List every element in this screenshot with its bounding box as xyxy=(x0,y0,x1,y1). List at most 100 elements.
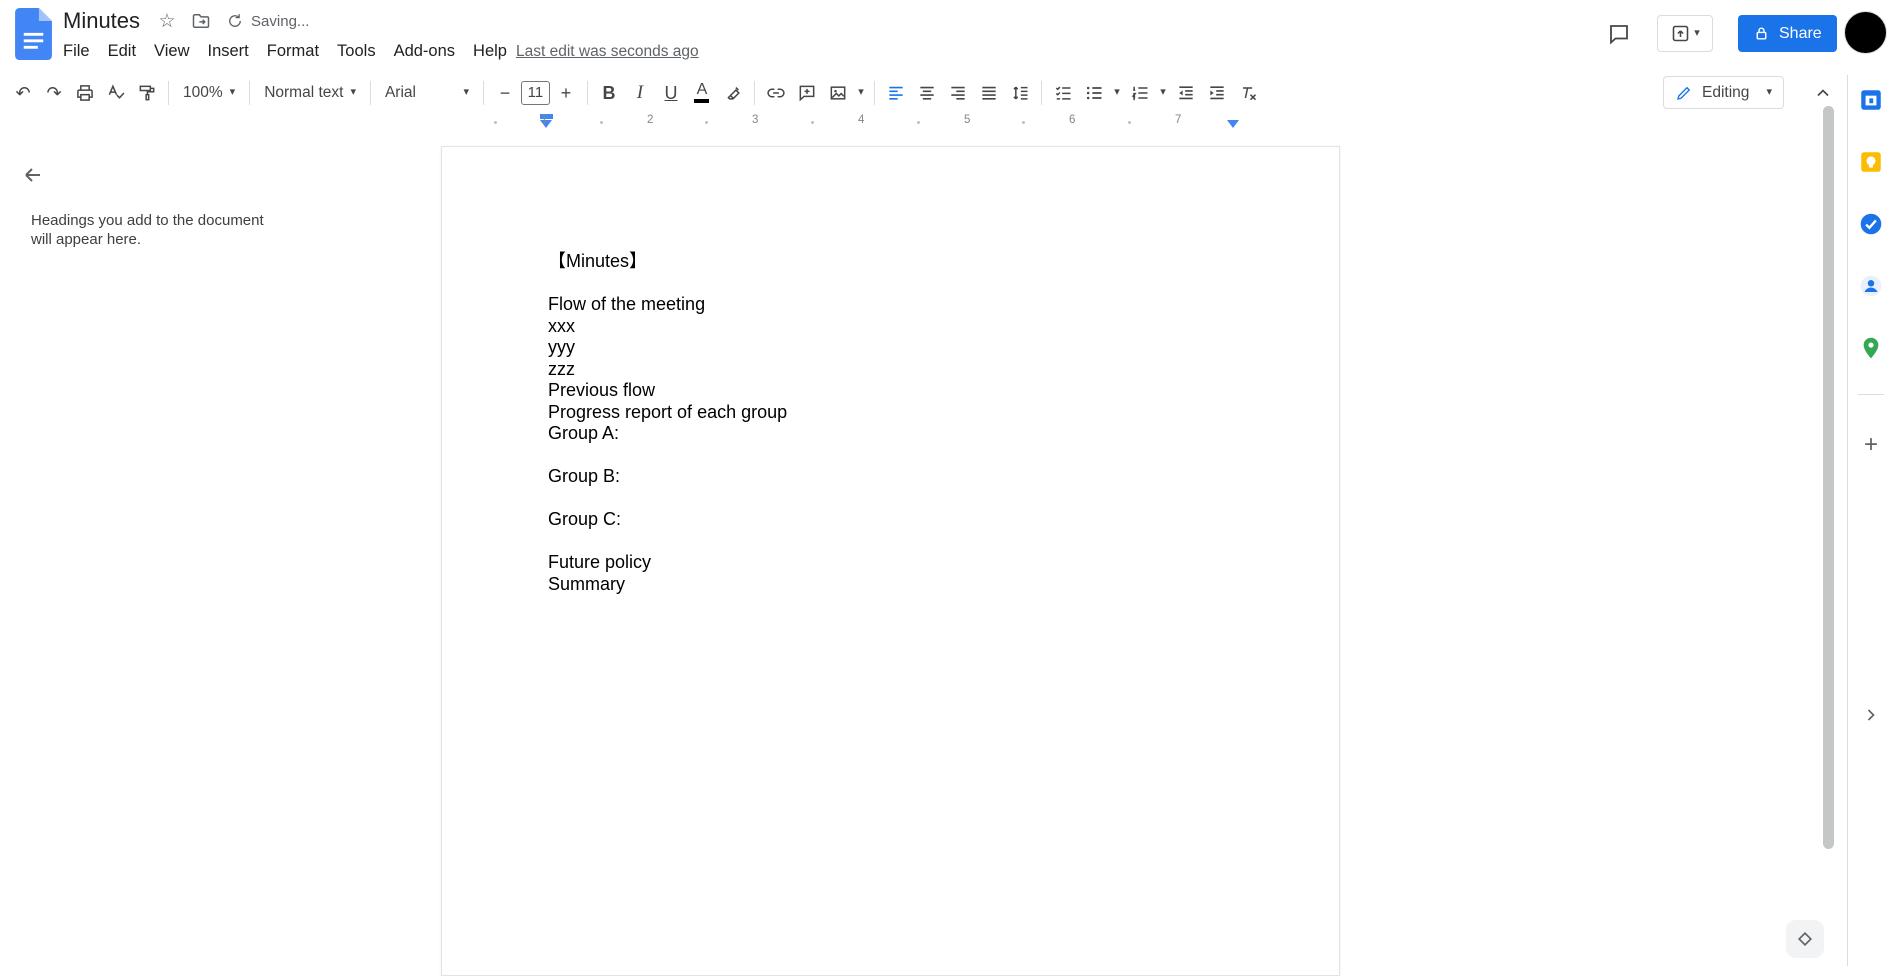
align-left-icon xyxy=(889,86,903,100)
menu-item[interactable]: File xyxy=(54,39,99,64)
checklist-button[interactable] xyxy=(1048,78,1078,108)
italic-button[interactable]: I xyxy=(625,78,655,108)
keep-icon[interactable] xyxy=(1855,146,1887,178)
align-right-button[interactable] xyxy=(943,78,973,108)
bold-button[interactable]: B xyxy=(594,78,624,108)
present-button[interactable]: ▾ xyxy=(1657,15,1713,52)
insert-link-button[interactable] xyxy=(761,78,791,108)
ruler-number: 4 xyxy=(858,114,865,126)
menu-item[interactable]: Help xyxy=(464,39,516,64)
comments-button[interactable] xyxy=(1600,16,1638,52)
document-line[interactable]: xxx xyxy=(548,316,1233,338)
document-line[interactable]: Group A: xyxy=(548,423,1233,445)
menu-item[interactable]: Add-ons xyxy=(385,39,464,64)
docs-logo-icon[interactable] xyxy=(14,8,53,60)
menu-item[interactable]: Edit xyxy=(99,39,145,64)
document-line[interactable]: Summary xyxy=(548,574,1233,596)
top-bar: Minutes ☆ Saving... File Edit View Insert Fo… xyxy=(0,0,1894,70)
decrease-font-size-button[interactable]: − xyxy=(490,78,520,108)
ruler-tick xyxy=(811,121,814,124)
toolbar-divider xyxy=(586,80,588,105)
menu-item[interactable]: View xyxy=(145,39,198,64)
bold-icon: B xyxy=(602,82,616,103)
present-to-meeting-icon xyxy=(1672,25,1689,42)
text-color-icon: A xyxy=(694,82,710,103)
chevron-right-icon xyxy=(1867,709,1875,721)
paragraph-style-value: Normal text xyxy=(264,83,344,101)
avatar[interactable] xyxy=(1845,12,1886,53)
clear-formatting-icon xyxy=(1242,86,1256,100)
clear-formatting-button[interactable] xyxy=(1233,78,1263,108)
underline-button[interactable]: U xyxy=(656,78,686,108)
maps-icon[interactable] xyxy=(1855,332,1887,364)
document-line[interactable] xyxy=(548,273,1233,295)
add-addon-button[interactable]: + xyxy=(1855,429,1887,461)
ruler-number: 2 xyxy=(647,114,654,126)
vertical-scrollbar[interactable] xyxy=(1823,106,1834,849)
spellcheck-button[interactable] xyxy=(101,78,131,108)
collapse-toolbar-button[interactable] xyxy=(1808,78,1838,108)
insert-image-caret[interactable]: ▾ xyxy=(854,78,868,108)
document-line[interactable]: Group C: xyxy=(548,509,1233,531)
numbered-list-button[interactable] xyxy=(1125,78,1155,108)
move-folder-icon[interactable] xyxy=(184,6,218,36)
calendar-icon[interactable] xyxy=(1855,84,1887,116)
last-edit-link[interactable]: Last edit was seconds ago xyxy=(516,43,699,61)
editing-mode-select[interactable]: Editing ▾ xyxy=(1663,76,1784,109)
document-line[interactable] xyxy=(548,488,1233,510)
align-center-button[interactable] xyxy=(912,78,942,108)
menu-item[interactable]: Insert xyxy=(199,39,258,64)
share-button[interactable]: Share xyxy=(1738,15,1837,52)
document-line[interactable]: 【Minutes】 xyxy=(548,251,1233,273)
document-line[interactable] xyxy=(548,445,1233,467)
menu-item[interactable]: Tools xyxy=(328,39,385,64)
align-left-button[interactable] xyxy=(881,78,911,108)
paint-format-button[interactable] xyxy=(132,78,162,108)
insert-image-button[interactable] xyxy=(823,78,853,108)
tasks-icon[interactable] xyxy=(1855,208,1887,240)
star-icon[interactable]: ☆ xyxy=(150,6,184,36)
right-indent-marker[interactable] xyxy=(1227,120,1239,128)
document-line[interactable]: zzz xyxy=(548,359,1233,381)
hide-outline-button[interactable] xyxy=(12,154,54,196)
toolbar-divider xyxy=(1040,80,1042,105)
document-line[interactable]: Previous flow xyxy=(548,380,1233,402)
bulleted-list-button[interactable] xyxy=(1079,78,1109,108)
add-comment-button[interactable] xyxy=(792,78,822,108)
font-family-select[interactable]: Arial ▾ xyxy=(377,78,477,108)
text-color-button[interactable]: A xyxy=(687,78,717,108)
ruler-tick xyxy=(600,121,603,124)
increase-indent-button[interactable] xyxy=(1202,78,1232,108)
document-line[interactable]: yyy xyxy=(548,337,1233,359)
undo-button[interactable]: ↶ xyxy=(8,78,38,108)
bulleted-list-icon xyxy=(1086,86,1102,99)
document-title[interactable]: Minutes xyxy=(63,8,140,34)
document-text[interactable]: 【Minutes】 Flow of the meeting xxx yyy zzz Pre… xyxy=(442,147,1339,595)
document-line[interactable]: Group B: xyxy=(548,466,1233,488)
ruler-tick xyxy=(494,121,497,124)
highlight-color-button[interactable] xyxy=(718,78,748,108)
print-button[interactable] xyxy=(70,78,100,108)
bulleted-list-caret[interactable]: ▾ xyxy=(1110,78,1124,108)
expand-side-panel-button[interactable] xyxy=(1856,700,1886,730)
document-line[interactable]: Flow of the meeting xyxy=(548,294,1233,316)
zoom-select[interactable]: 100% ▾ xyxy=(175,78,243,108)
numbered-list-caret[interactable]: ▾ xyxy=(1156,78,1170,108)
font-size-input[interactable] xyxy=(520,80,550,105)
line-spacing-button[interactable] xyxy=(1005,78,1035,108)
document-page[interactable]: 【Minutes】 Flow of the meeting xxx yyy zzz Pre… xyxy=(441,146,1340,976)
document-line[interactable] xyxy=(548,531,1233,553)
document-line[interactable]: Future policy xyxy=(548,552,1233,574)
explore-button[interactable] xyxy=(1786,920,1824,958)
justify-button[interactable] xyxy=(974,78,1004,108)
contacts-icon[interactable] xyxy=(1855,270,1887,302)
increase-font-size-button[interactable]: + xyxy=(551,78,581,108)
arrow-left-icon xyxy=(25,168,40,182)
decrease-indent-button[interactable] xyxy=(1171,78,1201,108)
document-line[interactable]: Progress report of each group xyxy=(548,402,1233,424)
paragraph-style-select[interactable]: Normal text ▾ xyxy=(256,78,364,108)
redo-button[interactable]: ↷ xyxy=(39,78,69,108)
menu-item[interactable]: Format xyxy=(258,39,328,64)
ruler[interactable]: 1 2 3 4 5 6 7 xyxy=(441,113,1341,130)
pencil-icon xyxy=(1677,86,1691,100)
